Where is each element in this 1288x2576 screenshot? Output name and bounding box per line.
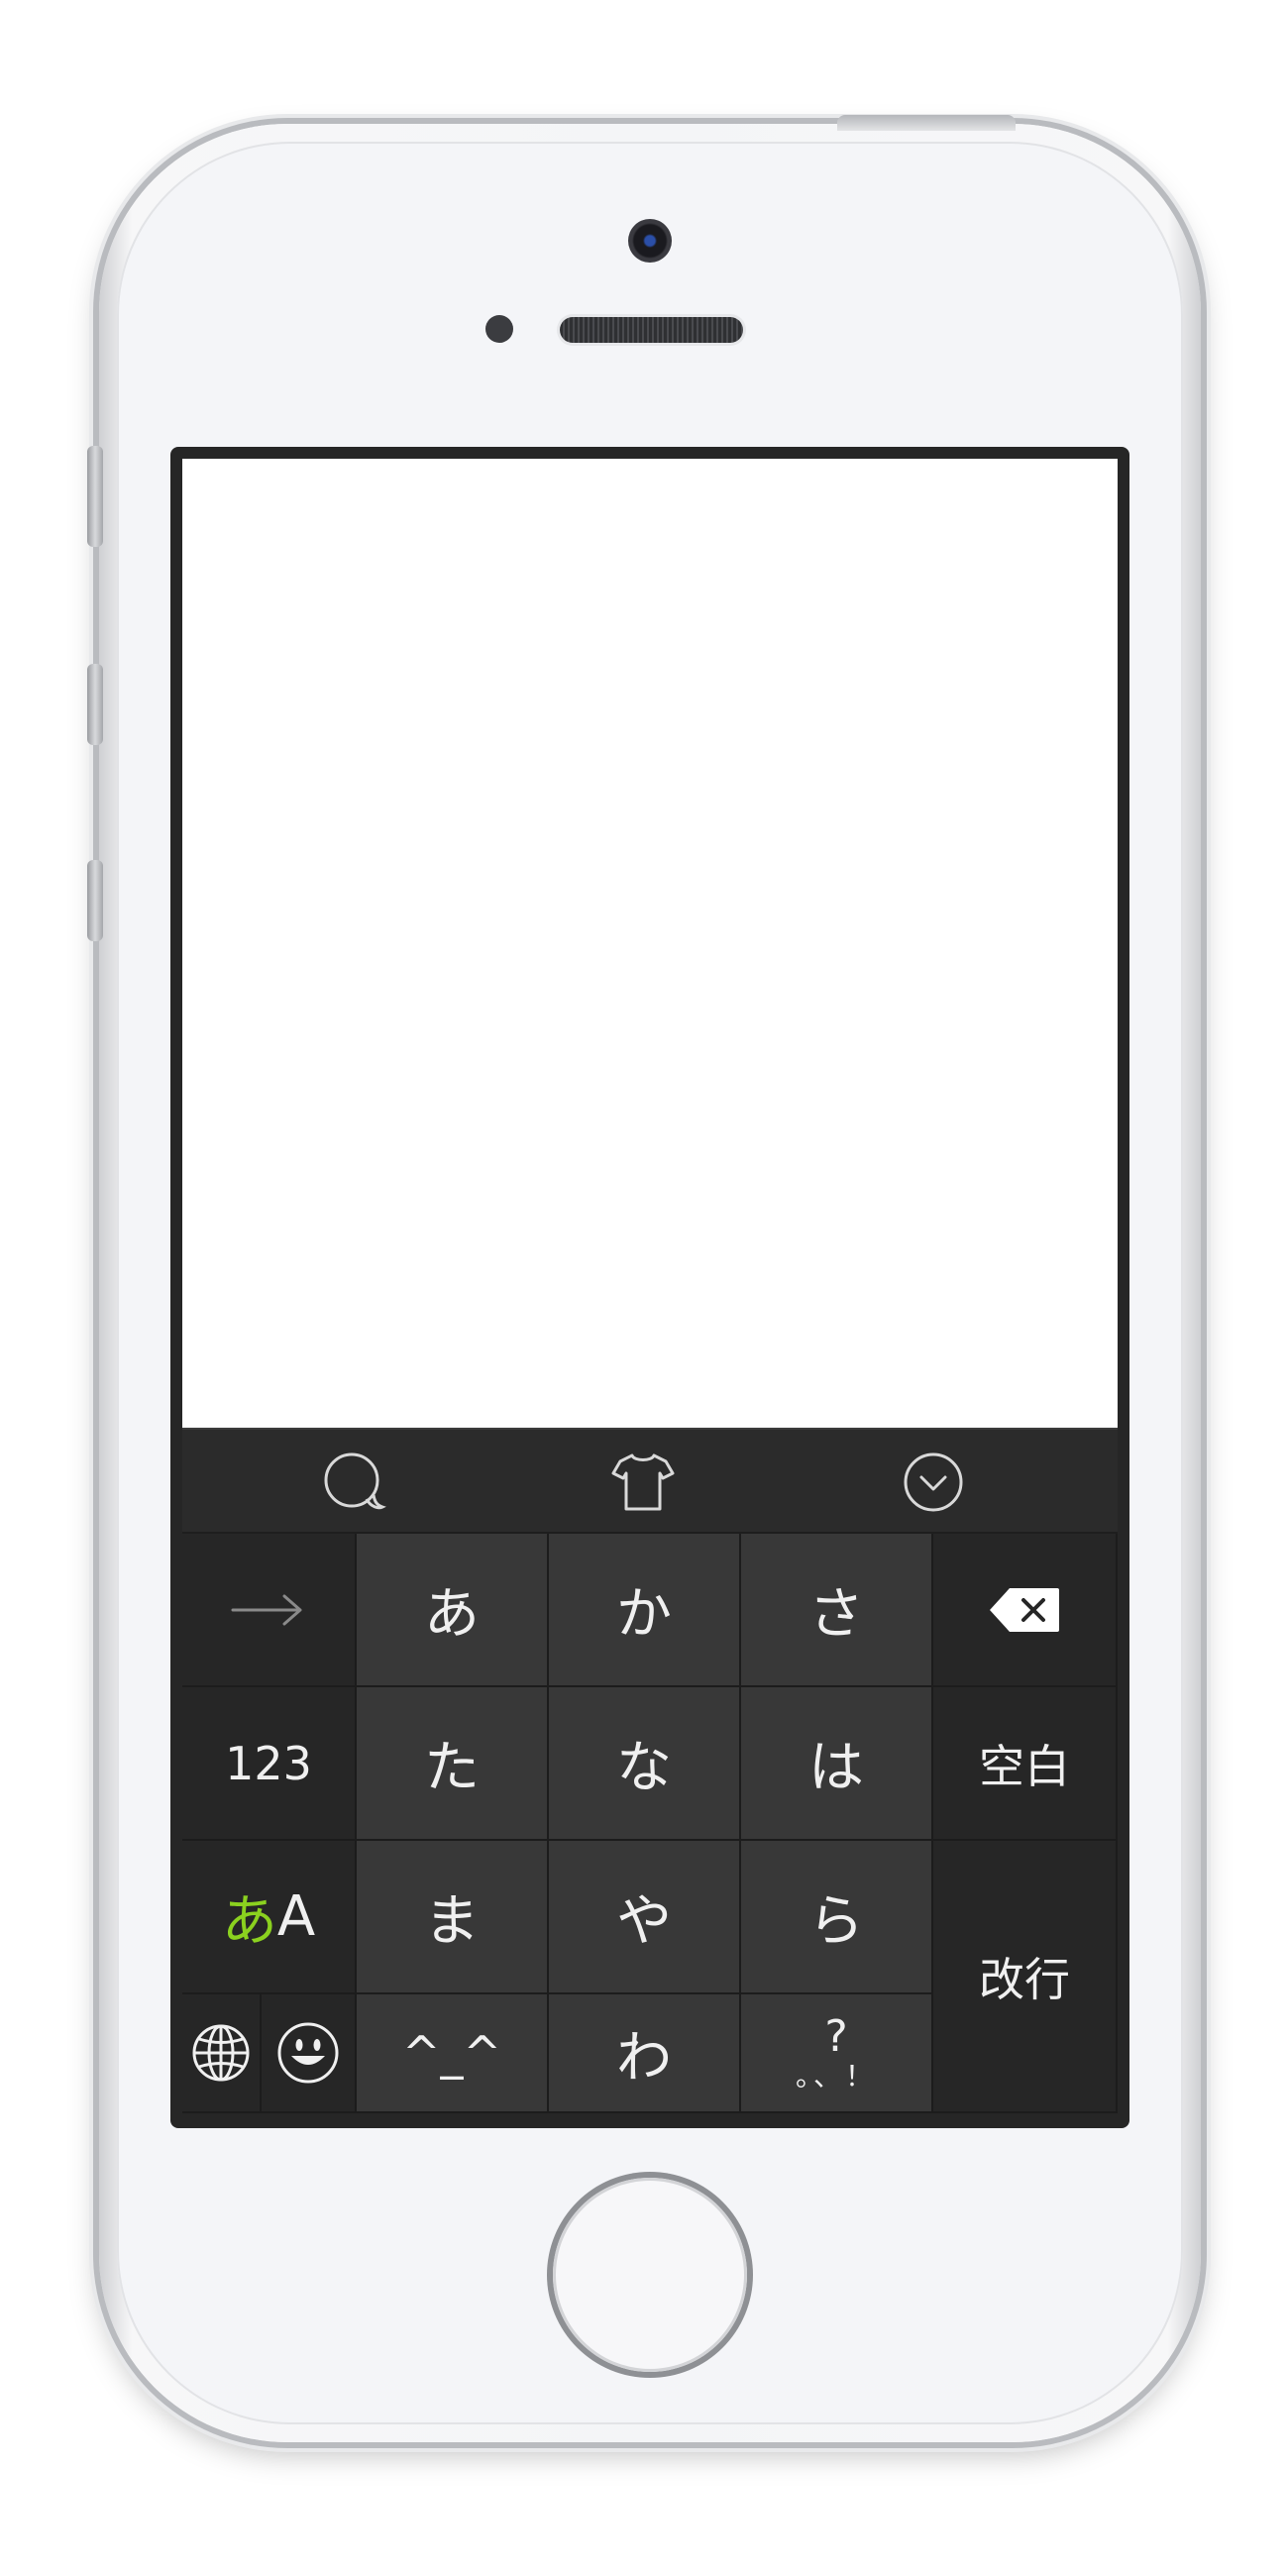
backspace-key[interactable] xyxy=(933,1534,1118,1687)
tshirt-icon[interactable] xyxy=(610,1449,676,1515)
key-a[interactable]: あ xyxy=(357,1534,549,1687)
screen: あ か さ 123 た な は 空白 あ A ま や ら 改行 ^_^ わ ? … xyxy=(170,447,1129,2128)
home-button[interactable] xyxy=(553,2178,747,2372)
punctuation-key[interactable]: ? 。、！ xyxy=(741,1994,933,2113)
return-key[interactable]: 改行 xyxy=(933,1841,1118,2113)
volume-up-button xyxy=(87,664,103,745)
speech-bubble-icon[interactable] xyxy=(321,1449,386,1515)
smiley-icon xyxy=(277,2022,339,2084)
cursor-arrow-key[interactable] xyxy=(182,1534,357,1687)
mute-switch xyxy=(87,446,103,547)
key-ka[interactable]: か xyxy=(549,1534,741,1687)
mode-hiragana-label: あ xyxy=(221,1889,277,1954)
punct-question-label: ? xyxy=(824,2011,848,2062)
space-key[interactable]: 空白 xyxy=(933,1687,1118,1841)
key-ra[interactable]: ら xyxy=(741,1841,933,1994)
punct-marks-label: 。、！ xyxy=(795,2060,877,2093)
key-ha[interactable]: は xyxy=(741,1687,933,1841)
keyboard-toolbar xyxy=(182,1428,1118,1534)
numbers-key[interactable]: 123 xyxy=(182,1687,357,1841)
power-button xyxy=(837,115,1016,131)
volume-down-button xyxy=(87,860,103,941)
key-wa[interactable]: わ xyxy=(549,1994,741,2113)
backspace-icon xyxy=(990,1587,1059,1632)
key-ta[interactable]: た xyxy=(357,1687,549,1841)
kaomoji-key[interactable]: ^_^ xyxy=(357,1994,549,2113)
earpiece-speaker xyxy=(560,317,743,343)
globe-key[interactable] xyxy=(182,1994,262,2113)
flick-keyboard: あ か さ 123 た な は 空白 あ A ま や ら 改行 ^_^ わ ? … xyxy=(182,1534,1118,2113)
arrow-right-icon xyxy=(231,1594,302,1625)
input-mode-key[interactable]: あ A xyxy=(182,1841,357,1994)
key-ya[interactable]: や xyxy=(549,1841,741,1994)
key-sa[interactable]: さ xyxy=(741,1534,933,1687)
globe-icon xyxy=(192,2024,250,2082)
key-ma[interactable]: ま xyxy=(357,1841,549,1994)
emoji-key[interactable] xyxy=(262,1994,357,2113)
chevron-down-circle-icon[interactable] xyxy=(901,1449,966,1515)
front-camera xyxy=(628,219,672,263)
text-area[interactable] xyxy=(182,459,1118,1428)
mode-alpha-label: A xyxy=(276,1884,316,1949)
key-na[interactable]: な xyxy=(549,1687,741,1841)
proximity-sensor xyxy=(485,315,513,343)
